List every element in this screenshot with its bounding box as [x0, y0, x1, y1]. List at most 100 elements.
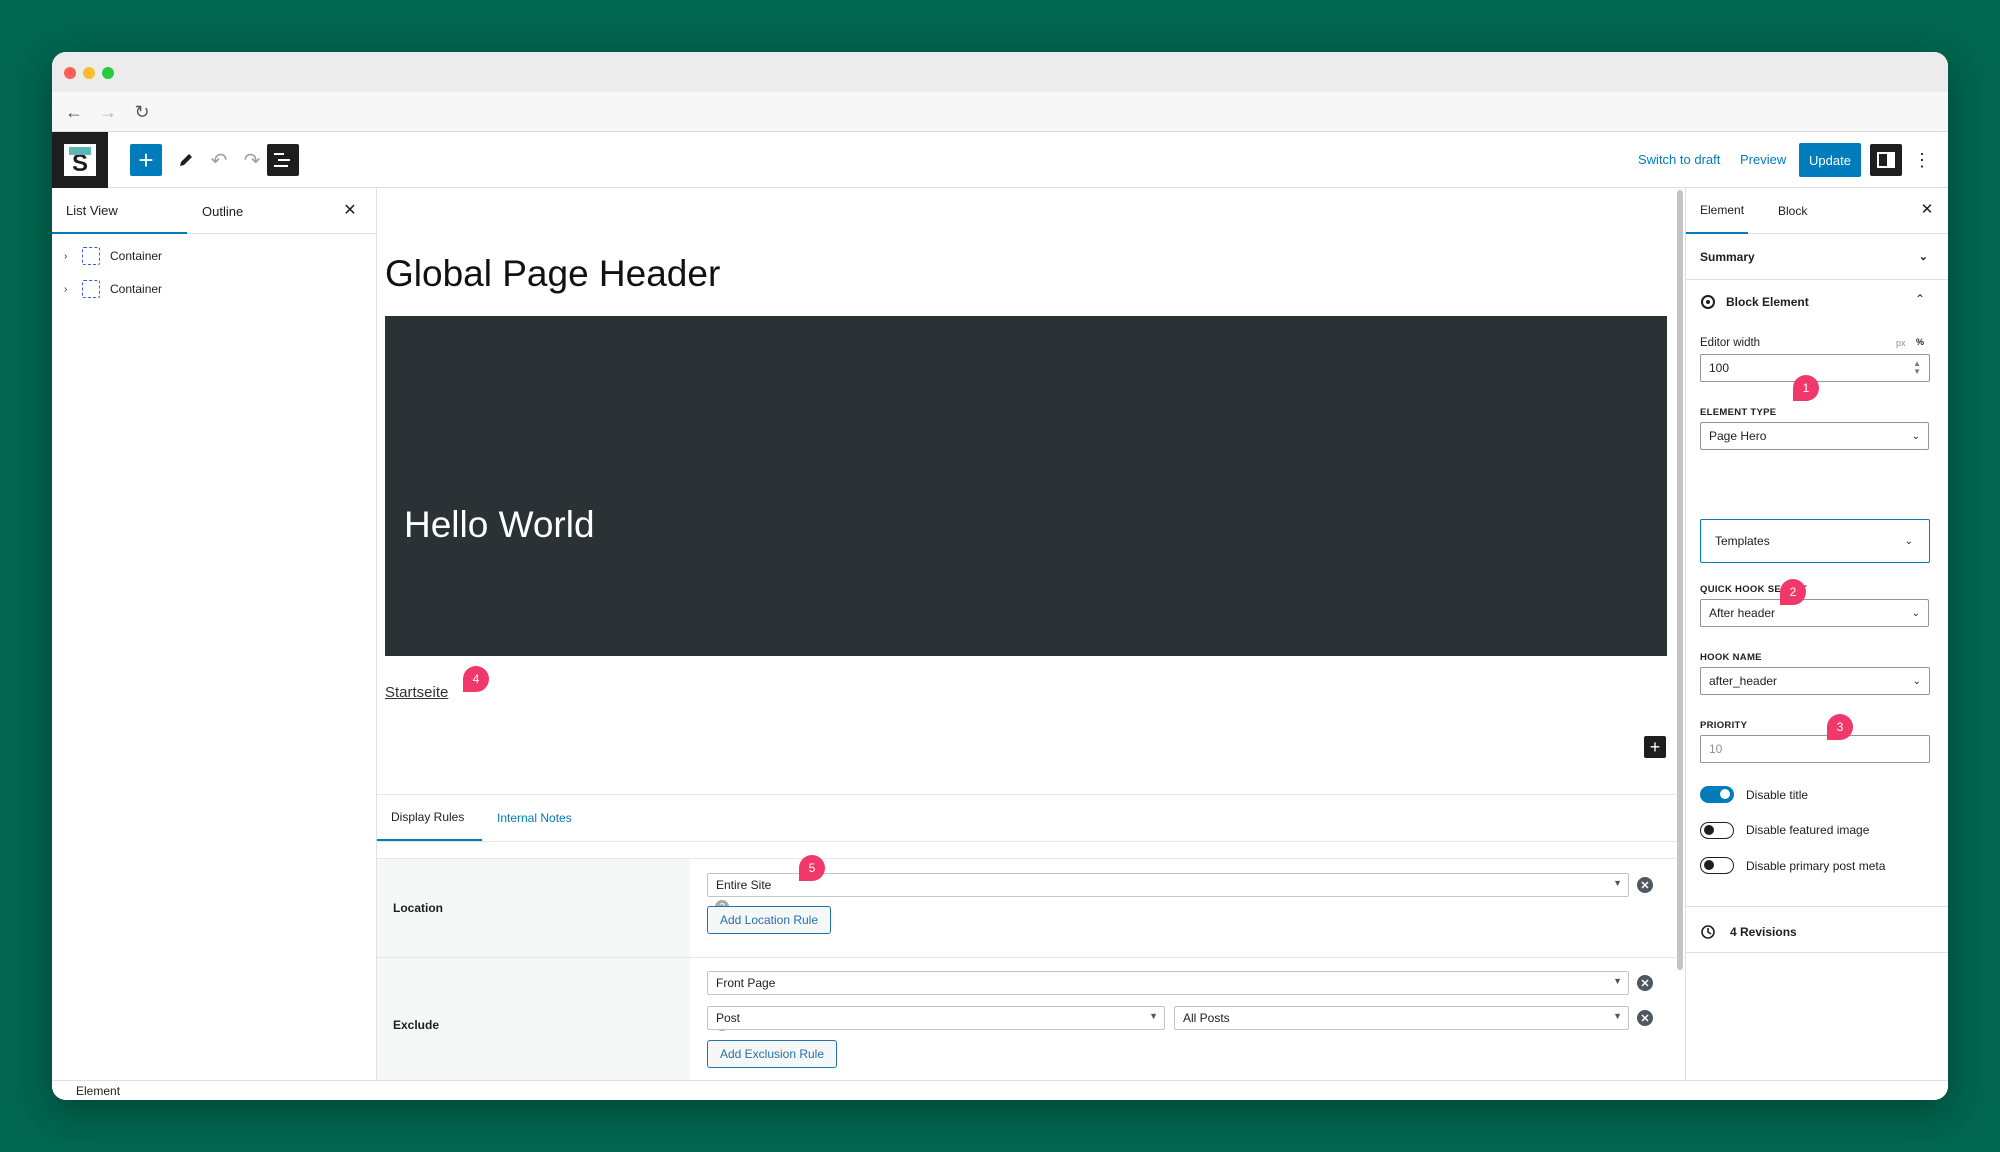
tab-internal-notes[interactable]: Internal Notes — [497, 795, 572, 841]
site-logo[interactable]: S — [52, 132, 108, 188]
revisions-link[interactable]: 4 Revisions — [1700, 924, 1797, 940]
block-element-icon — [1701, 295, 1715, 309]
dropdown-arrow-icon: ▼ — [1149, 1011, 1158, 1021]
list-item-label: Container — [110, 282, 163, 296]
remove-rule-icon[interactable]: ✕ — [1637, 877, 1653, 893]
tab-element[interactable]: Element — [1686, 188, 1748, 234]
sidebar-tabs: Element Block ✕ — [1686, 188, 1948, 234]
forward-arrow-icon[interactable]: → — [96, 100, 120, 124]
tab-list-view[interactable]: List View — [52, 188, 187, 234]
minimize-window-button[interactable] — [83, 67, 95, 79]
page-title[interactable]: Global Page Header — [385, 253, 720, 295]
annotation-badge: 5 — [799, 855, 825, 881]
meta-box-tabs: Display Rules Internal Notes — [377, 794, 1677, 842]
add-exclusion-rule-button[interactable]: Add Exclusion Rule — [707, 1040, 837, 1068]
exclude-label: Exclude — [393, 1018, 440, 1032]
number-spinner-icon[interactable]: ▲ ▼ — [1913, 360, 1921, 376]
browser-nav-bar: ← → ↻ — [52, 92, 1948, 132]
location-select[interactable]: Entire Site ▼ — [707, 873, 1629, 897]
add-block-button[interactable]: + — [130, 144, 162, 176]
location-label: Location — [393, 901, 443, 915]
disable-featured-image-toggle[interactable] — [1700, 822, 1734, 839]
hook-name-select[interactable]: after_header ⌄ — [1700, 667, 1930, 695]
annotation-badge: 2 — [1780, 579, 1806, 605]
settings-sidebar: Element Block ✕ Summary ⌄ Block Element … — [1685, 188, 1948, 1080]
exclude-select[interactable]: Front Page ▼ — [707, 971, 1629, 995]
redo-button[interactable]: ↷ — [236, 144, 268, 176]
disable-post-meta-toggle[interactable] — [1700, 857, 1734, 874]
close-icon[interactable]: ✕ — [340, 200, 360, 220]
hero-heading[interactable]: Hello World — [404, 504, 595, 546]
summary-panel-toggle[interactable]: Summary ⌄ — [1686, 234, 1948, 280]
unit-px[interactable]: px — [1896, 338, 1906, 348]
add-location-rule-button[interactable]: Add Location Rule — [707, 906, 831, 934]
annotation-badge: 1 — [1793, 375, 1819, 401]
more-options-icon[interactable]: ⋮ — [1906, 144, 1938, 176]
exclude-value-select[interactable]: All Posts ▼ — [1174, 1006, 1629, 1030]
priority-placeholder: 10 — [1709, 742, 1723, 756]
container-block-icon — [82, 280, 100, 298]
tab-display-rules[interactable]: Display Rules — [377, 795, 482, 841]
annotation-badge: 4 — [463, 666, 489, 692]
editor-toolbar: S + ↶ ↷ Switch to draft Preview Update ⋮ — [52, 132, 1948, 188]
editor-width-value: 100 — [1709, 361, 1730, 375]
tools-button[interactable] — [170, 144, 202, 176]
annotation-badge: 3 — [1827, 714, 1853, 740]
settings-button[interactable] — [1870, 144, 1902, 176]
maximize-window-button[interactable] — [102, 67, 114, 79]
logo-icon: S — [64, 144, 96, 176]
block-breadcrumb-bar: Element — [52, 1080, 1948, 1100]
list-item-container[interactable]: › Container — [64, 277, 162, 301]
list-item-container[interactable]: › Container — [64, 244, 162, 268]
switch-to-draft-link[interactable]: Switch to draft — [1638, 152, 1720, 167]
breadcrumb-link[interactable]: Startseite — [385, 684, 448, 701]
list-view-panel: List View Outline ✕ › Container › Contai… — [52, 188, 377, 1080]
quick-hook-value: After header — [1709, 606, 1776, 620]
canvas-scrollbar[interactable] — [1677, 190, 1683, 970]
exclude-type-select[interactable]: Post ▼ — [707, 1006, 1165, 1030]
quick-hook-select[interactable]: After header ⌄ — [1700, 599, 1929, 627]
remove-rule-icon[interactable]: ✕ — [1637, 975, 1653, 991]
list-view-tabs: List View Outline ✕ — [52, 188, 376, 234]
priority-input[interactable]: 10 — [1700, 735, 1930, 763]
disable-post-meta-label: Disable primary post meta — [1746, 859, 1886, 873]
document-overview-button[interactable] — [267, 144, 299, 176]
close-icon[interactable]: ✕ — [1917, 200, 1937, 218]
remove-rule-icon[interactable]: ✕ — [1637, 1010, 1653, 1026]
update-button[interactable]: Update — [1799, 143, 1861, 177]
add-block-inline-button[interactable]: + — [1644, 736, 1666, 758]
exclude-select-value: Front Page — [716, 976, 776, 990]
list-item-label: Container — [110, 249, 163, 263]
chevron-right-icon[interactable]: › — [64, 284, 74, 295]
unit-percent[interactable]: % — [1916, 337, 1924, 347]
undo-button[interactable]: ↶ — [203, 144, 235, 176]
status-breadcrumb[interactable]: Element — [76, 1084, 120, 1098]
history-icon — [1701, 925, 1715, 939]
hero-container-block[interactable]: Hello World — [385, 316, 1667, 656]
disable-featured-image-label: Disable featured image — [1746, 823, 1870, 837]
templates-dropdown[interactable]: Templates ⌄ — [1700, 519, 1930, 563]
revisions-label: 4 Revisions — [1730, 925, 1797, 939]
element-type-label: ELEMENT TYPE — [1700, 407, 1777, 418]
reload-icon[interactable]: ↻ — [130, 100, 154, 124]
container-block-icon — [82, 247, 100, 265]
tab-outline[interactable]: Outline — [202, 188, 243, 234]
preview-link[interactable]: Preview — [1740, 152, 1786, 167]
close-window-button[interactable] — [64, 67, 76, 79]
chevron-up-icon[interactable]: ⌃ — [1915, 292, 1925, 306]
chevron-right-icon[interactable]: › — [64, 251, 74, 262]
dropdown-arrow-icon: ▼ — [1613, 878, 1622, 888]
disable-title-label: Disable title — [1746, 788, 1809, 802]
element-type-select[interactable]: Page Hero ⌄ — [1700, 422, 1929, 450]
back-arrow-icon[interactable]: ← — [62, 100, 86, 124]
editor-width-label: Editor width — [1700, 337, 1761, 349]
chevron-down-icon: ⌄ — [1911, 431, 1920, 442]
dropdown-arrow-icon: ▼ — [1613, 976, 1622, 986]
tab-block[interactable]: Block — [1778, 188, 1807, 234]
disable-title-toggle[interactable] — [1700, 786, 1734, 803]
block-element-panel-toggle[interactable]: Block Element — [1700, 294, 1809, 310]
title-bar — [52, 52, 1948, 92]
templates-label: Templates — [1715, 534, 1770, 548]
hook-name-label: HOOK NAME — [1700, 652, 1762, 663]
location-select-value: Entire Site — [716, 878, 772, 892]
